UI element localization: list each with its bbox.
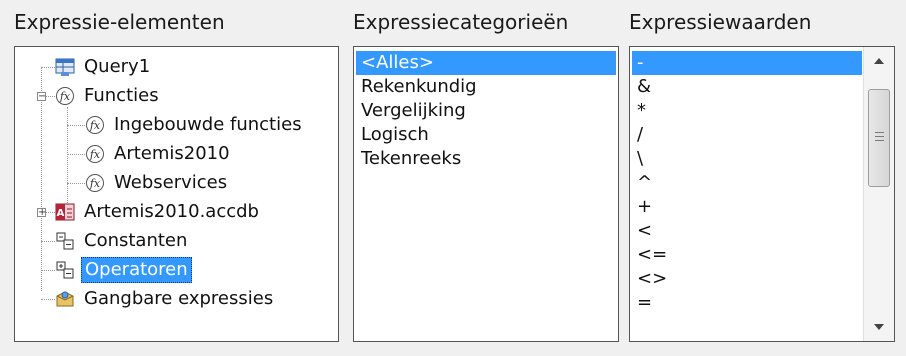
constants-icon [55,231,75,251]
tree-item-label: Query1 [84,56,151,77]
function-icon: fx [85,173,105,193]
tree-item-constanten[interactable]: Constanten [55,229,190,253]
value-item[interactable]: & [632,75,862,99]
value-item[interactable]: ^ [632,171,862,195]
function-icon: fx [55,86,75,106]
category-item-vergelijking[interactable]: Vergelijking [356,99,616,123]
scroll-up-arrow-icon[interactable] [864,49,894,73]
expand-toggle-artemis-db[interactable]: + [37,208,46,218]
tree-item-label: Operatoren [81,257,192,283]
elements-panel-title: Expressie-elementen [14,10,225,34]
tree-line [67,107,68,213]
value-item[interactable]: <> [632,267,862,291]
vertical-scrollbar[interactable] [863,47,894,341]
tree-line [41,270,55,271]
tree-item-label: Artemis2010 [114,143,230,164]
svg-text:A: A [57,208,65,219]
value-item[interactable]: + [632,195,862,219]
tree-item-functies[interactable]: fx Functies [55,84,162,108]
tree-line [67,183,85,184]
tree-line [46,212,55,213]
tree-item-label: Gangbare expressies [84,288,274,309]
category-item-logisch[interactable]: Logisch [356,123,616,147]
tree-item-label: Constanten [84,230,188,251]
tree-line [67,154,85,155]
tree-item-gangbare-expressies[interactable]: Gangbare expressies [55,287,276,311]
common-expressions-icon [55,289,75,309]
scrollbar-thumb[interactable] [868,89,890,187]
value-item[interactable]: / [632,123,862,147]
grip-line [875,136,884,137]
tree-line [41,299,55,300]
svg-text:fx: fx [89,148,101,161]
tree-line [41,241,55,242]
tree-item-label: Artemis2010.accdb [84,201,259,222]
tree-item-label: Functies [84,85,159,106]
value-item[interactable]: = [632,291,862,315]
value-item[interactable]: < [632,219,862,243]
svg-text:fx: fx [59,90,71,103]
category-item-tekenreeks[interactable]: Tekenreeks [356,147,616,171]
expression-values-list[interactable]: - & * / \ ^ + < <= <> = [629,46,895,342]
tree-item-artemis2010[interactable]: fx Artemis2010 [85,142,233,166]
function-icon: fx [85,144,105,164]
query-icon [55,57,75,77]
access-database-icon: A [55,202,75,222]
svg-text:fx: fx [89,119,101,132]
tree-item-ingebouwde-functies[interactable]: fx Ingebouwde functies [85,113,305,137]
svg-text:fx: fx [89,177,101,190]
categories-panel-title: Expressiecategorieën [353,10,569,34]
category-item-alles[interactable]: <Alles> [356,51,616,75]
tree-line [67,125,85,126]
tree-item-artemis-accdb[interactable]: A Artemis2010.accdb [55,200,262,224]
function-icon: fx [85,115,105,135]
tree-item-label: Webservices [114,172,228,193]
grip-line [875,140,884,141]
value-item[interactable]: \ [632,147,862,171]
tree-item-query1[interactable]: Query1 [55,55,153,79]
value-item[interactable]: - [632,51,862,75]
category-item-rekenkundig[interactable]: Rekenkundig [356,75,616,99]
collapse-toggle-functies[interactable]: − [37,92,46,102]
scroll-down-arrow-icon[interactable] [864,315,894,339]
values-panel-title: Expressiewaarden [629,10,812,34]
expression-elements-tree[interactable]: − + Query1 fx Functies fx Ingebouwde fun… [14,46,339,342]
value-item[interactable]: <= [632,243,862,267]
operators-icon [55,260,75,280]
value-item[interactable]: * [632,99,862,123]
expression-categories-list[interactable]: <Alles> Rekenkundig Vergelijking Logisch… [353,46,619,342]
grip-line [875,132,884,133]
tree-line [41,67,55,68]
tree-item-webservices[interactable]: fx Webservices [85,171,230,195]
tree-item-operatoren[interactable]: Operatoren [55,257,192,283]
tree-item-label: Ingebouwde functies [114,114,302,135]
tree-line [46,96,55,97]
